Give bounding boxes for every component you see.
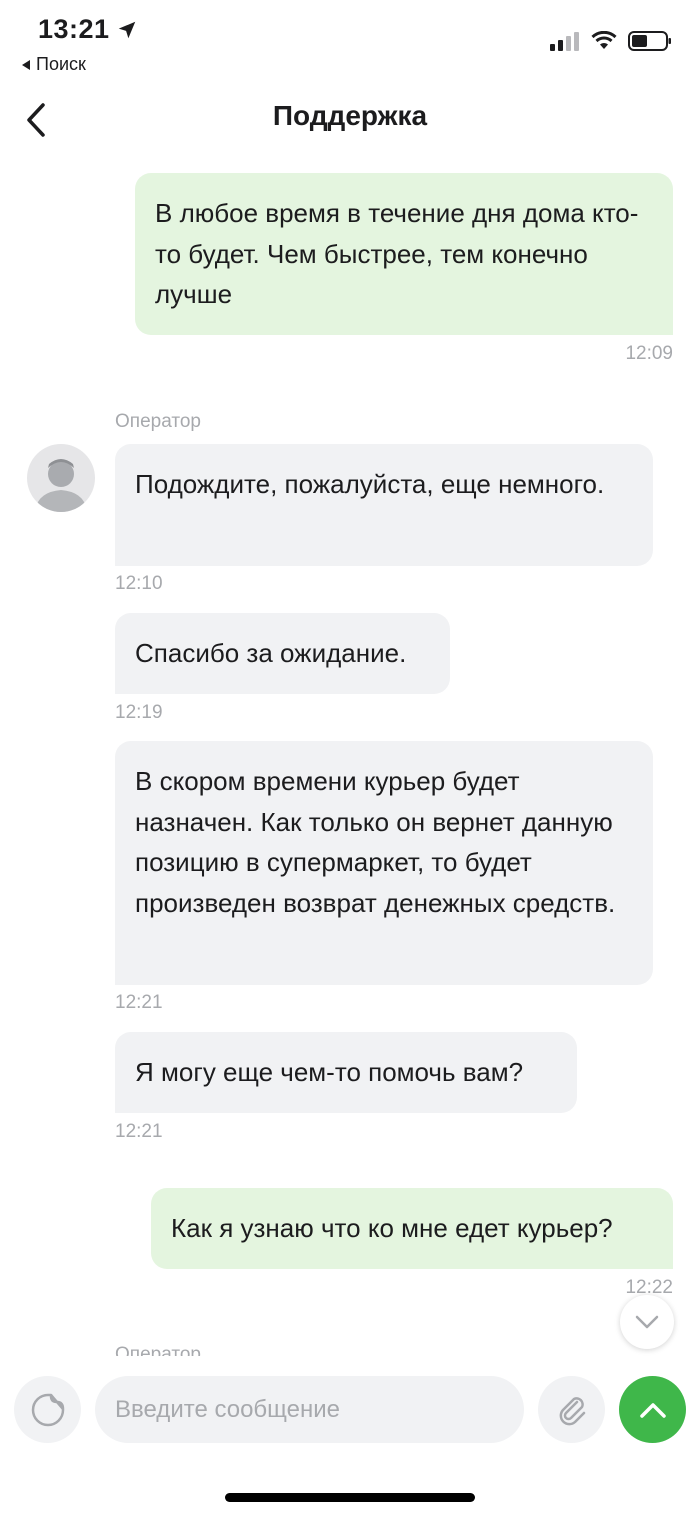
sender-name: Оператор	[115, 411, 201, 432]
wifi-icon	[591, 31, 617, 49]
message-text: Я могу еще чем-то помочь вам?	[135, 1057, 524, 1087]
home-indicator	[225, 1493, 475, 1502]
operator-avatar	[27, 444, 95, 512]
send-button[interactable]	[619, 1376, 686, 1443]
attach-button[interactable]	[538, 1376, 605, 1443]
chat-messages[interactable]: В любое время в течение дня дома кто-то …	[0, 150, 700, 1356]
message-time: 12:21	[115, 992, 163, 1013]
message-bubble-incoming[interactable]: В скором времени курьер будет назначен. …	[115, 741, 653, 985]
message-time: 12:21	[115, 1121, 163, 1142]
message-text: Спасибо за ожидание.	[135, 638, 407, 668]
message-bubble-incoming[interactable]: Подождите, пожалуйста, еще немного.	[115, 444, 653, 566]
status-time-text: 13:21	[38, 14, 110, 44]
sender-name: Оператор	[115, 1344, 201, 1356]
chevron-down-icon	[635, 1315, 659, 1329]
status-time: 13:21	[38, 14, 138, 45]
message-bubble-incoming[interactable]: Спасибо за ожидание.	[115, 613, 450, 694]
message-time: 12:10	[115, 573, 163, 594]
location-arrow-icon	[118, 21, 135, 38]
message-text: В скором времени курьер будет назначен. …	[135, 766, 616, 918]
message-bubble-incoming[interactable]: Я могу еще чем-то помочь вам?	[115, 1032, 577, 1113]
scroll-to-bottom-button[interactable]	[620, 1295, 674, 1349]
message-time: 12:19	[115, 702, 163, 723]
message-bubble-outgoing[interactable]: Как я узнаю что ко мне едет курьер?	[151, 1188, 673, 1269]
message-text: Как я узнаю что ко мне едет курьер?	[171, 1213, 613, 1243]
message-text: Подождите, пожалуйста, еще немного.	[135, 469, 605, 499]
message-bubble-outgoing[interactable]: В любое время в течение дня дома кто-то …	[135, 173, 673, 335]
person-silhouette-icon	[35, 459, 87, 512]
status-back-link[interactable]: Поиск	[20, 54, 86, 75]
sticker-button[interactable]	[14, 1376, 81, 1443]
battery-icon	[628, 31, 671, 51]
message-input[interactable]	[95, 1376, 524, 1443]
chevron-up-icon	[639, 1402, 666, 1418]
status-indicators	[550, 30, 672, 52]
back-triangle-icon	[22, 59, 30, 70]
paperclip-icon	[559, 1396, 585, 1425]
message-text: В любое время в течение дня дома кто-то …	[155, 198, 639, 309]
page-title: Поддержка	[272, 100, 428, 131]
sticker-icon	[31, 1393, 64, 1426]
status-back-label: Поиск	[36, 54, 86, 74]
message-time: 12:09	[625, 343, 673, 364]
cellular-signal-icon	[550, 32, 579, 51]
